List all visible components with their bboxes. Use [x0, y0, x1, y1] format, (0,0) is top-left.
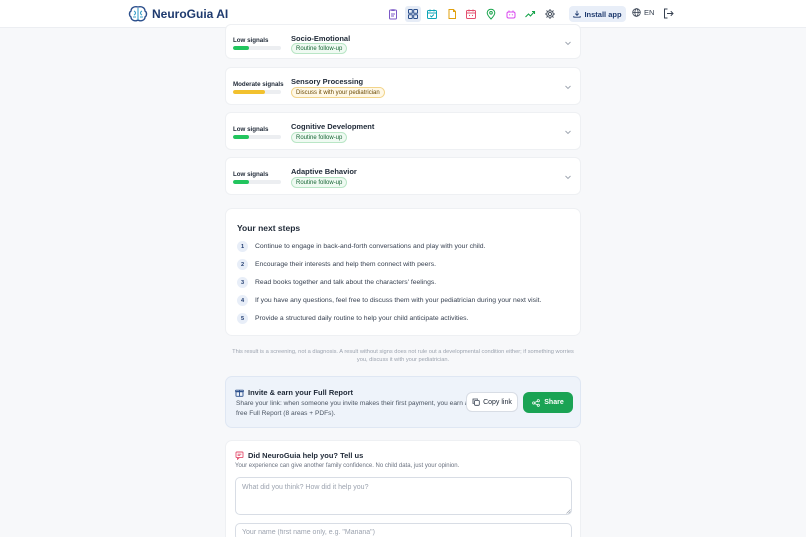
- nav-dashboard-button[interactable]: [404, 6, 421, 22]
- signal-label: Low signals: [233, 171, 269, 178]
- status-badge: Routine follow-up: [291, 43, 348, 54]
- nav-schedule-button[interactable]: [424, 6, 440, 22]
- next-steps-card: Your next steps 1 Continue to engage in …: [225, 208, 581, 336]
- list-item: 2 Encourage their interests and help the…: [237, 259, 436, 270]
- nav-progress-button[interactable]: [522, 6, 538, 22]
- area-title: Adaptive Behavior: [291, 167, 357, 176]
- signal-bar: [233, 90, 281, 94]
- status-badge: Routine follow-up: [291, 177, 348, 188]
- feedback-title-text: Did NeuroGuia help you? Tell us: [248, 451, 364, 460]
- area-card-sensory-processing[interactable]: Moderate signals Sensory Processing Disc…: [225, 67, 581, 105]
- chevron-down-icon: [565, 175, 571, 180]
- nav-clipboard-button[interactable]: [385, 6, 401, 22]
- calendar-check-icon: [427, 9, 438, 19]
- invite-description: Share your link: when someone you invite…: [236, 400, 469, 417]
- document-icon: [448, 9, 456, 19]
- signal-label: Moderate signals: [233, 81, 284, 88]
- grid-icon: [407, 9, 418, 19]
- signal-label: Low signals: [233, 126, 269, 133]
- chevron-down-icon: [565, 130, 571, 135]
- invite-title: Invite & earn your Full Report: [235, 388, 353, 397]
- status-badge: Discuss it with your pediatrician: [291, 87, 385, 98]
- area-card-socio-emotional[interactable]: Low signals Socio-Emotional Routine foll…: [225, 24, 581, 59]
- step-text: If you have any questions, feel free to …: [255, 297, 542, 304]
- step-number: 1: [237, 241, 248, 252]
- area-card-adaptive-behavior[interactable]: Low signals Adaptive Behavior Routine fo…: [225, 157, 581, 195]
- copy-icon: [472, 398, 480, 406]
- nav-settings-button[interactable]: [542, 6, 558, 22]
- feedback-title: Did NeuroGuia help you? Tell us: [235, 451, 363, 460]
- step-text: Continue to engage in back-and-forth con…: [255, 243, 486, 250]
- signal-bar-fill: [233, 46, 249, 50]
- nav-calendar-button[interactable]: [463, 6, 479, 22]
- screening-disclaimer: This result is a screening, not a diagno…: [232, 349, 574, 363]
- chevron-down-icon: [565, 41, 571, 46]
- main-nav: [385, 6, 561, 22]
- message-icon: [235, 451, 244, 460]
- copy-link-label: Copy link: [483, 398, 512, 406]
- status-badge: Routine follow-up: [291, 132, 348, 143]
- app-logo[interactable]: NeuroGuia AI: [128, 5, 228, 23]
- signal-bar: [233, 135, 281, 139]
- feedback-card: Did NeuroGuia help you? Tell us Your exp…: [225, 440, 581, 537]
- name-input[interactable]: [235, 523, 572, 537]
- language-label: EN: [644, 8, 655, 17]
- install-app-button[interactable]: Install app: [569, 6, 626, 22]
- nav-map-button[interactable]: [483, 6, 499, 22]
- chevron-down-icon: [565, 85, 571, 90]
- list-item: 5 Provide a structured daily routine to …: [237, 313, 468, 324]
- step-number: 2: [237, 259, 248, 270]
- download-icon: [573, 10, 582, 18]
- nav-games-button[interactable]: [503, 6, 519, 22]
- step-text: Read books together and talk about the c…: [255, 279, 437, 286]
- next-steps-title: Your next steps: [237, 223, 301, 233]
- area-card-cognitive-development[interactable]: Low signals Cognitive Development Routin…: [225, 112, 581, 150]
- calendar-icon: [466, 9, 477, 19]
- list-item: 4 If you have any questions, feel free t…: [237, 295, 541, 306]
- signal-bar-fill: [233, 180, 249, 184]
- resize-grip-icon[interactable]: [566, 509, 571, 514]
- gift-icon: [235, 389, 244, 397]
- area-title: Socio-Emotional: [291, 34, 351, 43]
- list-item: 1 Continue to engage in back-and-forth c…: [237, 241, 485, 252]
- area-title: Sensory Processing: [291, 77, 364, 86]
- step-number: 3: [237, 277, 248, 288]
- share-button[interactable]: Share: [523, 392, 573, 413]
- copy-link-button[interactable]: Copy link: [466, 392, 518, 412]
- signal-label: Low signals: [233, 37, 269, 44]
- feedback-subtitle: Your experience can give another family …: [235, 463, 460, 469]
- logo-name: NeuroGuia: [152, 7, 214, 21]
- feedback-textarea[interactable]: [235, 477, 572, 515]
- signal-bar: [233, 46, 281, 50]
- signal-bar: [233, 180, 281, 184]
- step-text: Provide a structured daily routine to he…: [255, 315, 469, 322]
- map-pin-icon: [486, 8, 496, 20]
- globe-icon: [632, 8, 641, 17]
- nav-documents-button[interactable]: [444, 6, 460, 22]
- share-label: Share: [544, 399, 564, 406]
- trend-icon: [525, 10, 536, 18]
- toy-icon: [506, 10, 516, 19]
- clipboard-icon: [389, 9, 397, 20]
- invite-title-text: Invite & earn your Full Report: [248, 388, 354, 397]
- install-app-label: Install app: [584, 9, 622, 19]
- brain-logo-icon: [128, 6, 148, 22]
- step-number: 4: [237, 295, 248, 306]
- language-switcher[interactable]: EN: [632, 8, 654, 17]
- logo-suffix: AI: [216, 7, 229, 21]
- step-number: 5: [237, 313, 248, 324]
- share-icon: [532, 398, 541, 407]
- logout-icon[interactable]: [663, 8, 674, 19]
- step-text: Encourage their interests and help them …: [255, 261, 436, 268]
- signal-bar-fill: [233, 135, 249, 139]
- list-item: 3 Read books together and talk about the…: [237, 277, 436, 288]
- invite-card: Invite & earn your Full Report Share you…: [225, 376, 581, 428]
- signal-bar-fill: [233, 90, 265, 94]
- area-title: Cognitive Development: [291, 122, 375, 131]
- gear-icon: [544, 9, 555, 19]
